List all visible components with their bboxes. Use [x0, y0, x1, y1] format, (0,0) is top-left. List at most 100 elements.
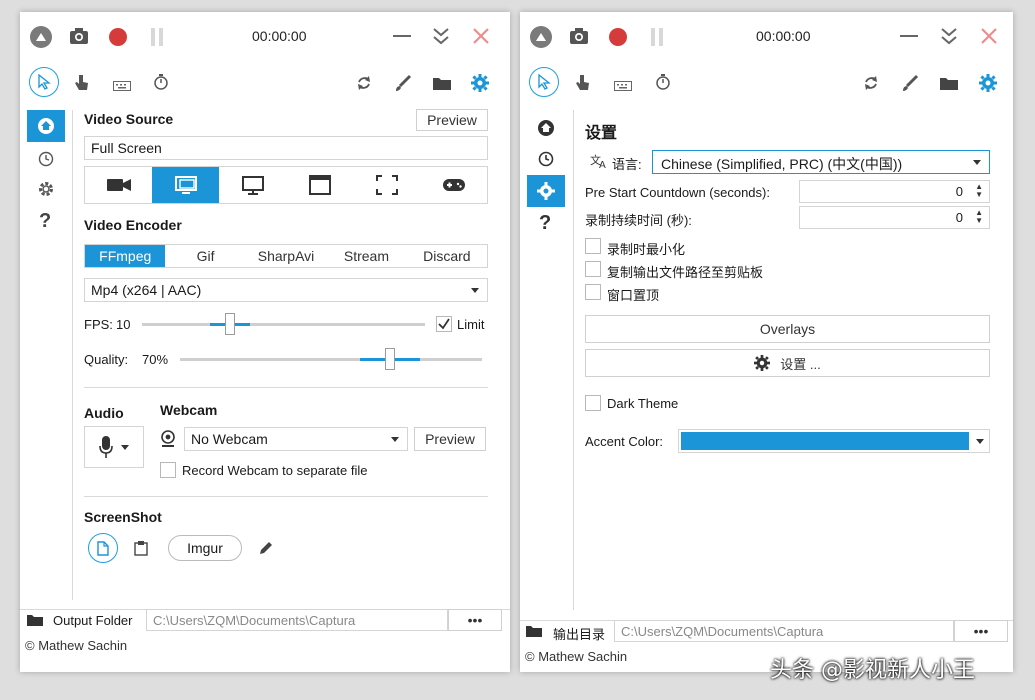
keyboard-icon[interactable]: [113, 78, 131, 94]
brush-icon[interactable]: [901, 74, 919, 95]
output-folder-icon[interactable]: [26, 613, 44, 630]
tab-sharpavi[interactable]: SharpAvi: [246, 245, 326, 267]
timer-icon[interactable]: [655, 73, 671, 94]
video-encoder-label: Video Encoder: [84, 217, 182, 233]
tab-stream[interactable]: Stream: [326, 245, 406, 267]
accent-color-picker[interactable]: [678, 429, 990, 453]
duration-stepper[interactable]: 0 ▲ ▼: [799, 206, 990, 229]
chevron-down-icon: [391, 437, 399, 442]
minimize-on-record-checkbox[interactable]: [585, 238, 601, 254]
countdown-stepper[interactable]: 0 ▲ ▼: [799, 180, 990, 203]
source-monitor-tab[interactable]: [219, 167, 286, 203]
source-none-camera-tab[interactable]: [85, 167, 152, 203]
sidebar-item-help[interactable]: ?: [39, 210, 51, 233]
minimize-icon[interactable]: [393, 35, 411, 37]
language-select[interactable]: Chinese (Simplified, PRC) (中文(中国)): [652, 150, 990, 174]
fps-slider-track[interactable]: [142, 323, 425, 326]
output-more-button[interactable]: •••: [954, 620, 1008, 642]
output-more-button[interactable]: •••: [448, 609, 502, 631]
home-icon: [538, 120, 554, 136]
dark-theme-checkbox[interactable]: [585, 395, 601, 411]
source-gamepad-tab[interactable]: [420, 167, 487, 203]
chevron-down-icon: [973, 160, 981, 165]
webcam-select-value: No Webcam: [191, 431, 268, 447]
fps-slider-thumb[interactable]: [225, 313, 235, 335]
encoder-format-value: Mp4 (x264 | AAC): [91, 282, 202, 298]
pencil-icon[interactable]: [258, 540, 274, 559]
sidebar-item-settings[interactable]: [527, 175, 565, 207]
sidebar-item-history[interactable]: [537, 150, 555, 171]
collapse-icon[interactable]: [530, 26, 552, 48]
webcam-preview-button[interactable]: Preview: [414, 427, 486, 451]
tab-ffmpeg[interactable]: FFmpeg: [85, 245, 166, 267]
sidebar-item-settings[interactable]: [37, 180, 55, 201]
tab-gif[interactable]: Gif: [165, 245, 245, 267]
clipboard-icon[interactable]: [134, 540, 148, 559]
imgur-button[interactable]: Imgur: [168, 535, 242, 561]
camera-icon[interactable]: [68, 26, 90, 49]
advanced-settings-button[interactable]: 设置 ...: [585, 349, 990, 377]
source-region-tab[interactable]: [353, 167, 420, 203]
stepper-arrows-icon[interactable]: ▲ ▼: [975, 209, 983, 225]
cursor-icon[interactable]: [29, 67, 59, 97]
quality-value: 70%: [142, 352, 169, 367]
source-screen-tab[interactable]: [152, 167, 219, 203]
collapse-icon[interactable]: [30, 26, 52, 48]
cursor-icon[interactable]: [529, 67, 559, 97]
refresh-icon[interactable]: [863, 74, 879, 95]
record-icon[interactable]: [609, 28, 627, 46]
audio-device-button[interactable]: [84, 426, 144, 468]
record-icon[interactable]: [109, 28, 127, 46]
translate-icon: 文A: [590, 153, 608, 172]
source-window-tab[interactable]: [286, 167, 353, 203]
settings-gear-icon[interactable]: [979, 74, 997, 95]
screenshot-file-button[interactable]: [88, 533, 118, 563]
sidebar-item-history[interactable]: [37, 150, 55, 171]
quality-slider-thumb[interactable]: [385, 348, 395, 370]
output-folder-icon[interactable]: [525, 624, 543, 641]
sidebar-item-help[interactable]: ?: [539, 212, 551, 235]
brush-icon[interactable]: [394, 74, 412, 95]
overlays-button[interactable]: Overlays: [585, 315, 990, 343]
stepper-arrows-icon[interactable]: ▲ ▼: [975, 183, 983, 199]
settings-gear-icon[interactable]: [471, 74, 489, 95]
output-path-field[interactable]: C:\Users\ZQM\Documents\Captura: [146, 609, 448, 631]
sidebar-item-home[interactable]: [27, 110, 65, 142]
pause-icon[interactable]: [649, 27, 665, 50]
quality-slider-track[interactable]: [180, 358, 482, 361]
folder-icon[interactable]: [939, 75, 959, 94]
record-webcam-separate-checkbox[interactable]: [160, 462, 176, 478]
hand-pointer-icon[interactable]: [74, 73, 90, 94]
pause-icon[interactable]: [149, 27, 165, 50]
hand-pointer-icon[interactable]: [575, 73, 591, 94]
duration-label: 录制持续时间 (秒):: [585, 213, 692, 228]
elapsed-time: 00:00:00: [756, 28, 811, 44]
double-chevron-down-icon[interactable]: [432, 26, 450, 49]
double-chevron-down-icon[interactable]: [940, 26, 958, 49]
imgur-label: Imgur: [187, 540, 223, 556]
folder-icon[interactable]: [432, 75, 452, 94]
close-icon[interactable]: [472, 27, 490, 48]
webcam-select[interactable]: No Webcam: [184, 427, 408, 451]
countdown-label: Pre Start Countdown (seconds):: [585, 185, 770, 200]
camera-icon[interactable]: [568, 26, 590, 49]
keyboard-icon[interactable]: [614, 78, 632, 94]
region-select-icon: [375, 175, 398, 195]
limit-checkbox[interactable]: [436, 316, 452, 335]
video-source-preview-button[interactable]: Preview: [416, 109, 488, 131]
close-icon[interactable]: [980, 27, 998, 48]
encoder-format-select[interactable]: Mp4 (x264 | AAC): [84, 278, 488, 302]
minimize-icon[interactable]: [900, 35, 918, 37]
timer-icon[interactable]: [153, 73, 169, 94]
svg-text:A: A: [599, 160, 606, 169]
captura-main-window: 00:00:00 ? Video Source Preview Full Scr…: [20, 12, 510, 672]
sidebar-item-home[interactable]: [537, 119, 555, 140]
microphone-icon: [99, 436, 113, 458]
always-on-top-checkbox[interactable]: [585, 284, 601, 300]
tab-discard[interactable]: Discard: [407, 245, 487, 267]
output-path-field[interactable]: C:\Users\ZQM\Documents\Captura: [614, 620, 954, 642]
screenshot-label: ScreenShot: [84, 509, 162, 525]
credit-text: © Mathew Sachin: [25, 638, 128, 653]
refresh-icon[interactable]: [356, 74, 372, 95]
copy-path-checkbox[interactable]: [585, 261, 601, 277]
